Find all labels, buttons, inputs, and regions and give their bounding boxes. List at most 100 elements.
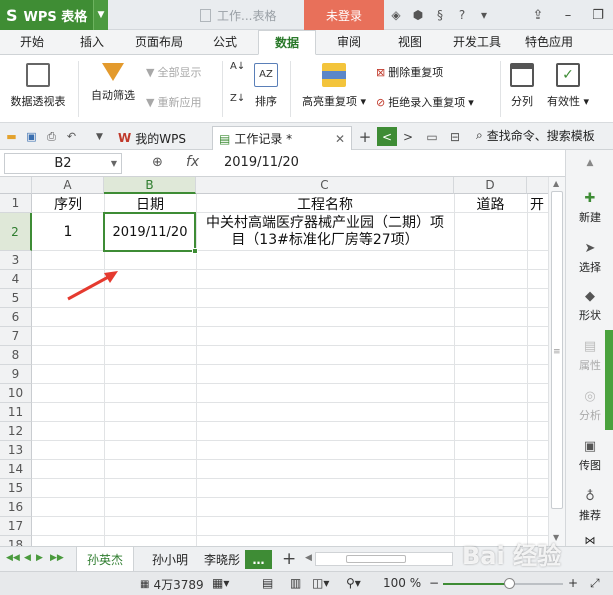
doc-tab-my-wps[interactable]: W 我的WPS [112,126,192,150]
sidebar-item-new[interactable]: ✚ 新建 [566,190,613,225]
row-header-14[interactable]: 14 [0,460,32,479]
sheet-tab-li-xiaotong[interactable]: 李晓彤 [194,547,250,572]
hscroll-left-icon[interactable]: ◀ [305,553,312,563]
column-header-d[interactable]: D [454,177,527,194]
sheet-tab-sun-yingjie[interactable]: 孙英杰 [76,547,135,572]
row-header-7[interactable]: 7 [0,327,32,346]
sidebar-item-upload-image[interactable]: ▣ 传图 [566,438,613,473]
doc-tab-work-record[interactable]: ▤ 工作记录 * ✕ [212,126,352,150]
row-header-16[interactable]: 16 [0,498,32,517]
scroll-up-icon[interactable]: ▲ [553,179,559,188]
row-header-15[interactable]: 15 [0,479,32,498]
cell-a1[interactable]: 序列 [32,194,104,213]
fullscreen-icon[interactable]: ⤢ [590,576,600,591]
zoom-level[interactable]: 100 % [383,576,421,590]
cell-c1[interactable]: 工程名称 [196,194,454,213]
formula-input[interactable]: 2019/11/20 [224,155,299,170]
pin-icon[interactable]: ⇪ [523,0,553,30]
row-header-8[interactable]: 8 [0,346,32,365]
row-header-12[interactable]: 12 [0,422,32,441]
page-break-view-icon[interactable]: ▥ [290,576,301,590]
command-search[interactable]: ⌕ 查找命令、搜索模板 [476,127,595,144]
row-header-1[interactable]: 1 [0,194,32,213]
row-header-2[interactable]: 2 [0,213,32,251]
tab-special[interactable]: 特色应用 [518,30,580,55]
highlight-duplicates-button[interactable]: 高亮重复项 ▾ [298,63,370,109]
scroll-down-icon[interactable]: ▼ [553,533,559,542]
normal-view-icon[interactable]: ▦▾ [212,576,229,590]
row-header-3[interactable]: 3 [0,251,32,270]
row-header-18[interactable]: 18 [0,536,32,546]
show-all-button[interactable]: ▼ 全部显示 [146,64,201,80]
row-header-5[interactable]: 5 [0,289,32,308]
zoom-formula-icon[interactable]: ⊕ [152,155,163,170]
reject-duplicates-button[interactable]: ⊘ 拒绝录入重复项 ▾ [376,94,474,110]
column-header-c[interactable]: C [196,177,454,194]
tab-home[interactable]: 开始 [8,30,56,55]
folder-icon[interactable]: ▬ [4,129,19,144]
spreadsheet-grid[interactable]: A B C D 1 2 3 4 5 6 7 8 9 10 11 12 13 14 15 16 17 18 序列 日… [0,177,548,546]
print-preview-icon[interactable]: ⎙ [44,129,59,144]
wps-app-menu[interactable]: S WPS 表格 [0,0,93,30]
horizontal-scroll-thumb[interactable] [346,555,406,563]
cell-e1[interactable]: 开 [527,194,548,213]
cloud-sync-icon[interactable]: § [432,7,448,23]
name-box[interactable]: B2 ▼ [4,153,122,174]
cell-c2[interactable]: 中关村高端医疗器械产业园（二期）项目（13#标准化厂房等27项） [197,213,453,251]
add-sheet-icon[interactable]: + [282,549,296,569]
row-header-9[interactable]: 9 [0,365,32,384]
tab-review[interactable]: 审阅 [326,30,372,55]
skin-icon[interactable]: ◈ [388,7,404,23]
sidebar-collapse-icon[interactable]: ▲ [566,158,613,168]
column-header-a[interactable]: A [32,177,104,194]
insert-function-button[interactable]: fx [186,154,199,170]
restore-button[interactable]: ❐ [583,0,613,30]
tab-formula[interactable]: 公式 [200,30,250,55]
validity-button[interactable]: ✓ 有效性 ▾ [544,63,592,109]
row-header-6[interactable]: 6 [0,308,32,327]
row-header-10[interactable]: 10 [0,384,32,403]
first-sheet-icon[interactable]: ◀◀ [6,553,20,563]
column-header-b[interactable]: B [104,177,196,194]
cell-d1[interactable]: 道路 [454,194,527,213]
last-sheet-icon[interactable]: ▶▶ [50,553,64,563]
save-icon[interactable]: ▣ [24,129,39,144]
column-header-e[interactable] [527,177,548,194]
prev-sheet-icon[interactable]: ◀ [24,553,31,563]
delete-duplicates-button[interactable]: ⊠ 删除重复项 [376,64,443,80]
quick-access-dropdown-icon[interactable]: ▼ [92,129,107,144]
tab-data[interactable]: 数据 [258,30,316,55]
cell-b1[interactable]: 日期 [104,194,196,213]
sheet-tab-sun-xiaoming[interactable]: 孙小明 [142,547,198,572]
comment-icon[interactable]: ▭ [422,127,442,146]
undo-icon[interactable]: ↶ [64,129,79,144]
help-icon[interactable]: ? [454,7,470,23]
tab-page-layout[interactable]: 页面布局 [128,30,190,55]
new-tab-icon[interactable]: + [355,127,375,146]
tab-developer[interactable]: 开发工具 [446,30,508,55]
autofilter-button[interactable]: 自动筛选 [86,63,140,103]
row-header-13[interactable]: 13 [0,441,32,460]
reapply-button[interactable]: ▼ 重新应用 [146,94,201,110]
zoom-slider-knob[interactable] [504,578,515,589]
split-column-button[interactable]: 分列 [506,63,538,109]
zoom-out-icon[interactable]: − [429,576,439,590]
more-sheets-button[interactable]: … [245,550,272,569]
minimize-button[interactable]: – [553,0,583,30]
sidebar-toggle-handle[interactable] [605,330,613,430]
page-layout-view-icon[interactable]: ▤ [262,576,273,590]
row-header-4[interactable]: 4 [0,270,32,289]
zoom-slider[interactable] [443,578,563,589]
settings-icon[interactable]: ⬢ [410,7,426,23]
vertical-scrollbar[interactable]: ▲ ≡ ▼ [548,177,565,546]
row-header-11[interactable]: 11 [0,403,32,422]
app-menu-dropdown[interactable]: ▼ [93,0,108,30]
tab-view[interactable]: 视图 [386,30,434,55]
sort-button[interactable]: AZ 排序 [252,63,280,109]
sort-desc-button[interactable]: Z↓ [230,93,246,104]
horizontal-scrollbar[interactable] [315,552,453,566]
tab-scroll-left-button[interactable]: < [377,127,397,146]
close-tab-icon[interactable]: ✕ [335,132,345,146]
name-box-dropdown-icon[interactable]: ▼ [111,159,117,168]
pivot-table-button[interactable]: 数据透视表 [6,63,70,109]
